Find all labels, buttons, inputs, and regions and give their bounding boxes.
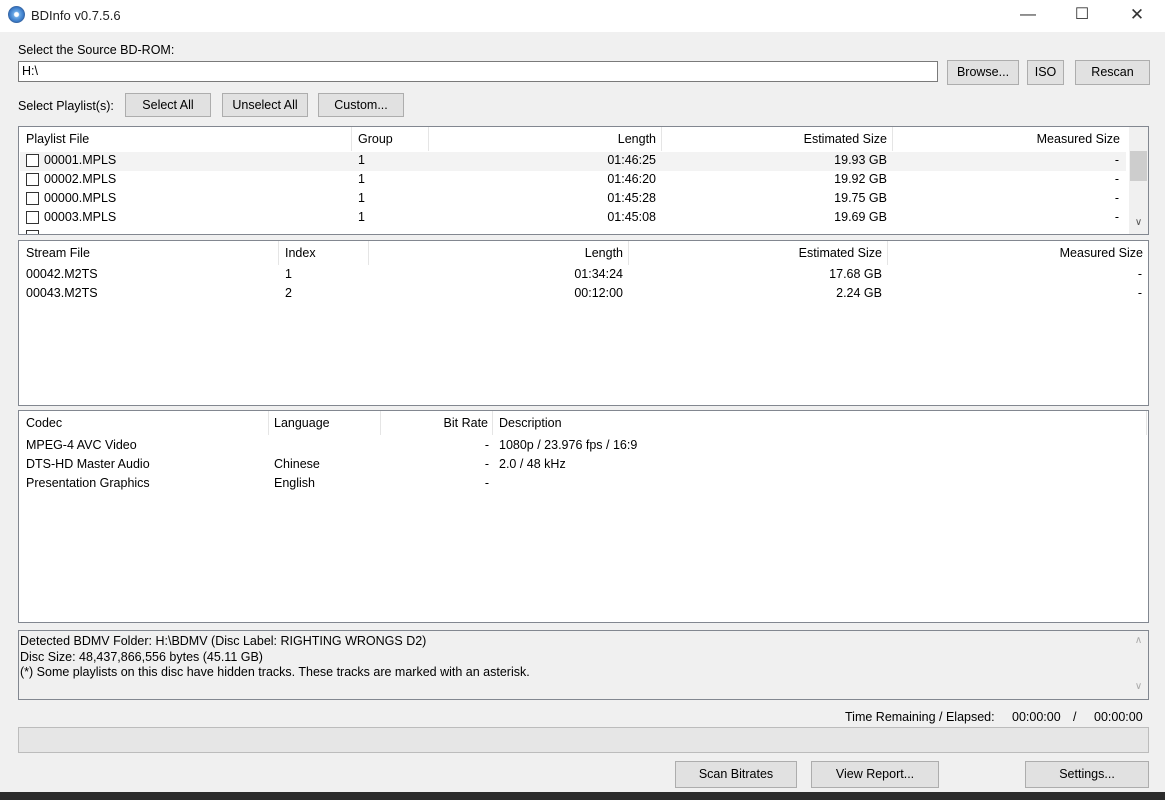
source-label: Select the Source BD-ROM: [18,43,175,57]
time-separator: / [1073,710,1077,724]
codec-header[interactable]: Codec [19,411,269,435]
stream-table[interactable]: Stream File Index Length Estimated Size … [18,240,1149,406]
group-header[interactable]: Group [352,127,429,151]
title-bar: BDInfo v0.7.5.6 — ☐ ✕ [0,0,1165,32]
bit-rate-cell: - [484,476,489,490]
playlist-checkbox[interactable] [26,211,39,224]
language-cell: Chinese [274,457,320,471]
measured-size-header[interactable]: Measured Size [888,241,1148,265]
playlist-file-cell[interactable]: 00003.MPLS [44,210,116,224]
group-cell: 1 [358,191,365,205]
disc-info-text[interactable]: Detected BDMV Folder: H:\BDMV (Disc Labe… [18,630,1149,700]
settings-button[interactable]: Settings... [1025,761,1149,788]
taskbar-strip [0,792,1165,800]
time-remaining: 00:00:00 [1012,710,1061,724]
scroll-down-icon[interactable]: ∨ [1129,681,1148,692]
estimated-size-cell: 2.24 GB [836,286,882,300]
stream-file-cell[interactable]: 00042.M2TS [26,267,98,281]
custom-button[interactable]: Custom... [318,93,404,117]
measured-size-cell: - [1114,210,1119,224]
browse-button[interactable]: Browse... [947,60,1019,85]
info-line: Detected BDMV Folder: H:\BDMV (Disc Labe… [20,634,427,648]
stream-file-header[interactable]: Stream File [19,241,279,265]
disc-app-icon [8,6,25,23]
estimated-size-header[interactable]: Estimated Size [662,127,893,151]
length-cell: 01:34:24 [574,267,623,281]
playlist-table[interactable]: Playlist File Group Length Estimated Siz… [18,126,1149,235]
scan-progress-bar [18,727,1149,753]
group-cell: 1 [358,153,365,167]
length-cell: 01:46:20 [607,172,656,186]
close-button[interactable]: ✕ [1114,0,1160,32]
maximize-button[interactable]: ☐ [1059,0,1105,32]
measured-size-cell: - [1137,267,1142,281]
estimated-size-cell: 19.69 GB [834,210,887,224]
bit-rate-cell: - [484,457,489,471]
estimated-size-cell: 19.93 GB [834,153,887,167]
group-cell: 1 [358,210,365,224]
language-header[interactable]: Language [269,411,381,435]
playlist-file-cell[interactable]: 00001.MPLS [44,153,116,167]
estimated-size-cell: 17.68 GB [829,267,882,281]
index-cell: 1 [285,267,292,281]
length-header[interactable]: Length [429,127,662,151]
playlist-file-cell[interactable]: 00002.MPLS [44,172,116,186]
description-header[interactable]: Description [493,411,1147,435]
minimize-button[interactable]: — [1005,0,1051,32]
length-cell: 01:45:28 [607,191,656,205]
length-cell: 01:45:08 [607,210,656,224]
index-cell: 2 [285,286,292,300]
measured-size-header[interactable]: Measured Size [893,127,1125,151]
playlist-checkbox[interactable] [26,154,39,167]
source-path-input[interactable]: H:\ [18,61,938,82]
length-cell: 01:46:25 [607,153,656,167]
playlist-file-header[interactable]: Playlist File [19,127,352,151]
description-cell: 2.0 / 48 kHz [499,457,566,471]
codec-cell[interactable]: Presentation Graphics [26,476,150,490]
stream-file-cell[interactable]: 00043.M2TS [26,286,98,300]
group-cell: 1 [358,172,365,186]
description-cell: 1080p / 23.976 fps / 16:9 [499,438,638,452]
playlist-file-cell[interactable]: 00000.MPLS [44,191,116,205]
time-elapsed: 00:00:00 [1094,710,1143,724]
playlist-scrollbar-thumb[interactable] [1130,151,1147,181]
info-line: (*) Some playlists on this disc have hid… [20,665,530,679]
playlist-checkbox[interactable] [26,173,39,186]
bit-rate-cell: - [484,438,489,452]
scroll-up-icon[interactable]: ∧ [1129,635,1148,646]
index-header[interactable]: Index [279,241,369,265]
measured-size-cell: - [1114,191,1119,205]
codec-cell[interactable]: DTS-HD Master Audio [26,457,150,471]
bit-rate-header[interactable]: Bit Rate [381,411,493,435]
info-line: Disc Size: 48,437,866,556 bytes (45.11 G… [20,650,263,664]
playlist-checkbox[interactable] [26,192,39,205]
select-all-button[interactable]: Select All [125,93,211,117]
rescan-button[interactable]: Rescan [1075,60,1150,85]
length-header[interactable]: Length [369,241,629,265]
codec-cell[interactable]: MPEG-4 AVC Video [26,438,137,452]
estimated-size-header[interactable]: Estimated Size [629,241,888,265]
measured-size-cell: - [1114,153,1119,167]
playlist-checkbox[interactable] [26,230,39,234]
iso-button[interactable]: ISO [1027,60,1064,85]
select-playlists-label: Select Playlist(s): [18,99,114,113]
scroll-down-icon[interactable]: ∨ [1129,217,1148,228]
window-title: BDInfo v0.7.5.6 [31,8,121,23]
estimated-size-cell: 19.92 GB [834,172,887,186]
language-cell: English [274,476,315,490]
unselect-all-button[interactable]: Unselect All [222,93,308,117]
measured-size-cell: - [1137,286,1142,300]
scan-bitrates-button[interactable]: Scan Bitrates [675,761,797,788]
estimated-size-cell: 19.75 GB [834,191,887,205]
time-label: Time Remaining / Elapsed: [845,710,995,724]
codec-table[interactable]: Codec Language Bit Rate Description MPEG… [18,410,1149,623]
view-report-button[interactable]: View Report... [811,761,939,788]
measured-size-cell: - [1114,172,1119,186]
length-cell: 00:12:00 [574,286,623,300]
